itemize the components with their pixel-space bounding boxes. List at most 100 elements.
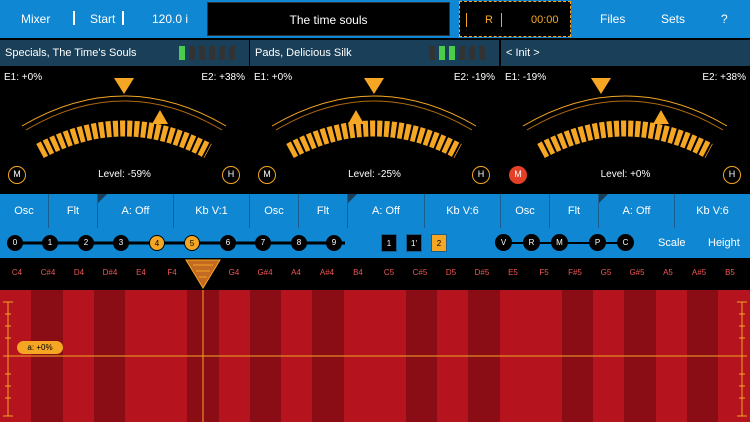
note-label: A4 <box>291 268 301 277</box>
filter-button[interactable]: Flt <box>299 194 348 228</box>
note-label: D#4 <box>102 268 118 277</box>
octave-button[interactable]: 1' <box>406 234 422 252</box>
keyboard-velocity-button[interactable]: Kb V:1 <box>174 194 250 228</box>
note-label: G4 <box>228 268 240 277</box>
level-gauge[interactable] <box>501 66 750 166</box>
channel-panel-1: Specials, The Time's Souls E1: +0% E2: +… <box>0 40 249 194</box>
start-button[interactable]: Start <box>90 12 115 26</box>
envelope-1-marker[interactable] <box>364 78 384 94</box>
channel-body: E1: -19% E2: +38% Level: +0% M H <box>501 66 750 194</box>
meter-segment <box>209 46 215 60</box>
files-button[interactable]: Files <box>600 12 625 26</box>
channel-header[interactable]: < Init > <box>501 40 750 66</box>
note-labels: C4 C#4 D4 D#4 E4 F4 F#4 G4 G#4 A4 A#4 B4… <box>0 258 750 290</box>
hold-button[interactable]: H <box>723 166 741 184</box>
step-button[interactable]: 2 <box>78 235 94 251</box>
keyboard-velocity-button[interactable]: Kb V:6 <box>425 194 501 228</box>
meter-segment <box>449 46 455 60</box>
mute-button[interactable]: M <box>509 166 527 184</box>
record-panel[interactable]: R 00:00 <box>459 1 571 37</box>
mute-button[interactable]: M <box>8 166 26 184</box>
level-gauge[interactable] <box>250 66 499 166</box>
arp-button[interactable]: A: Off <box>98 194 174 228</box>
mixer-button[interactable]: Mixer <box>21 12 50 26</box>
note-label: E5 <box>508 268 518 277</box>
envelope-2-marker[interactable] <box>653 110 669 124</box>
step-button[interactable]: 4 <box>149 235 165 251</box>
note-label: A#5 <box>691 268 707 277</box>
note-label: A5 <box>663 268 673 277</box>
separator <box>501 13 502 27</box>
separator <box>73 11 75 25</box>
meter-segment <box>429 46 435 60</box>
meter-segment <box>479 46 485 60</box>
keyboard-velocity-button[interactable]: Kb V:6 <box>675 194 750 228</box>
scale-button[interactable]: Scale <box>658 237 686 249</box>
channel-header[interactable]: Specials, The Time's Souls <box>0 40 249 66</box>
note-label: B4 <box>353 268 363 277</box>
octave-button[interactable]: 1 <box>381 234 397 252</box>
step-button[interactable]: 0 <box>7 235 23 251</box>
note-label: C5 <box>383 268 395 277</box>
tempo-display[interactable]: 120.0 i <box>152 12 188 26</box>
song-title[interactable]: The time souls <box>207 2 450 36</box>
hold-button[interactable]: H <box>222 166 240 184</box>
height-button[interactable]: Height <box>708 237 740 249</box>
step-button[interactable]: 7 <box>255 235 271 251</box>
level-bar <box>537 120 713 159</box>
channel-header[interactable]: Pads, Delicious Silk <box>250 40 499 66</box>
keyboard-strip[interactable]: a: +0% <box>0 290 750 422</box>
osc-button[interactable]: Osc <box>0 194 49 228</box>
note-label: G5 <box>600 268 612 277</box>
hold-button[interactable]: H <box>472 166 490 184</box>
filter-button[interactable]: Flt <box>49 194 98 228</box>
envelope-1-marker[interactable] <box>591 78 611 94</box>
channel-name: < Init > <box>506 47 540 59</box>
meter-segment <box>459 46 465 60</box>
mute-button[interactable]: M <box>258 166 276 184</box>
pitch-cursor-marker[interactable] <box>184 258 224 290</box>
arp-label: A: Off <box>622 205 651 217</box>
voice-button-c[interactable]: C <box>617 234 634 251</box>
arp-button[interactable]: A: Off <box>599 194 675 228</box>
voice-button-v[interactable]: V <box>495 234 512 251</box>
envelope-2-marker[interactable] <box>348 110 364 124</box>
step-button[interactable]: 6 <box>220 235 236 251</box>
osc-button[interactable]: Osc <box>501 194 550 228</box>
note-label: A#4 <box>319 268 335 277</box>
channel-name: Specials, The Time's Souls <box>5 47 137 59</box>
voice-button-m[interactable]: M <box>551 234 568 251</box>
step-button[interactable]: 1 <box>42 235 58 251</box>
level-bar <box>286 120 462 159</box>
record-button[interactable]: R <box>485 14 493 26</box>
sets-button[interactable]: Sets <box>661 12 685 26</box>
channel-panel-2: Pads, Delicious Silk E1: +0% E2: -19% Le… <box>250 40 499 194</box>
envelope-2-marker[interactable] <box>152 110 168 124</box>
help-button[interactable]: ? <box>721 12 728 26</box>
step-button[interactable]: 5 <box>184 235 200 251</box>
meter-segment <box>179 46 185 60</box>
time-display: 00:00 <box>531 14 559 26</box>
voice-button-p[interactable]: P <box>589 234 606 251</box>
note-label: D4 <box>73 268 85 277</box>
bend-value-label: a: +0% <box>17 341 63 354</box>
note-label: F#5 <box>568 268 582 277</box>
filter-button[interactable]: Flt <box>550 194 599 228</box>
step-button[interactable]: 8 <box>291 235 307 251</box>
meter-segment <box>469 46 475 60</box>
note-label: F5 <box>539 268 549 277</box>
note-label: C#4 <box>40 268 56 277</box>
step-button[interactable]: 3 <box>113 235 129 251</box>
note-label: E4 <box>136 268 146 277</box>
step-button[interactable]: 9 <box>326 235 342 251</box>
arp-button[interactable]: A: Off <box>348 194 425 228</box>
meter-segment <box>199 46 205 60</box>
osc-button[interactable]: Osc <box>250 194 299 228</box>
channel-panel-3: < Init > E1: -19% E2: +38% Level: +0% M … <box>501 40 750 194</box>
separator <box>122 11 124 25</box>
voice-button-r[interactable]: R <box>523 234 540 251</box>
meter-segment <box>229 46 235 60</box>
level-gauge[interactable] <box>0 66 249 166</box>
octave-button[interactable]: 2 <box>431 234 447 252</box>
envelope-1-marker[interactable] <box>114 78 134 94</box>
